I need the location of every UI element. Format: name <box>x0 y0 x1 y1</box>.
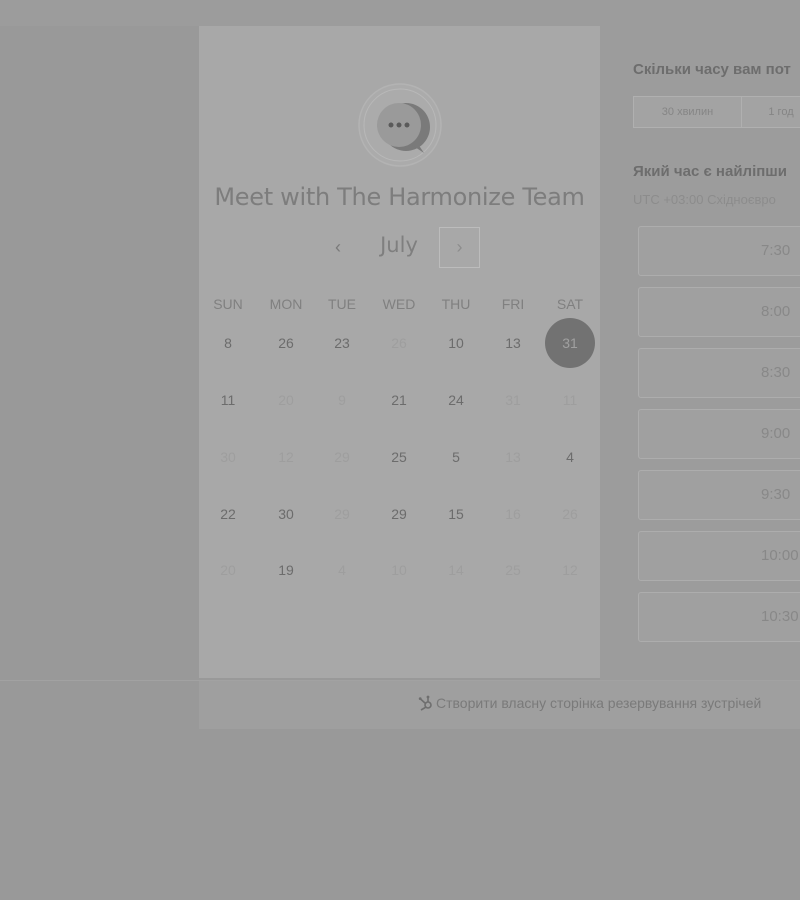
timezone-label[interactable]: UTC +03:00 Східноєвро <box>633 192 776 207</box>
create-booking-page-link[interactable]: Створити власну сторінка резервування зу… <box>418 695 761 711</box>
calendar-day-unavailable: 12 <box>278 449 294 465</box>
time-slot-button[interactable]: 8:00 <box>638 287 800 337</box>
month-navigation: ‹ July › <box>199 227 600 269</box>
calendar-day[interactable]: 26 <box>261 318 311 368</box>
calendar-day-unavailable: 12 <box>562 562 578 578</box>
weekday-label: WED <box>382 296 416 312</box>
time-slot-label: 8:30 <box>761 364 791 381</box>
calendar-grid: 8 26 23 26 10 13 31 11 20 9 21 24 31 11 30 12 29 25 5 13 4 22… <box>199 315 600 605</box>
calendar-day-unavailable: 26 <box>562 506 578 522</box>
weekday-label: FRI <box>501 296 525 312</box>
calendar-day-unavailable: 20 <box>278 392 294 408</box>
time-slot-label: 10:00 <box>761 547 799 564</box>
calendar-day[interactable]: 4 <box>545 432 595 482</box>
calendar-day-unavailable: 25 <box>505 562 521 578</box>
calendar-day[interactable]: 23 <box>317 318 367 368</box>
duration-1h-button[interactable]: 1 год <box>741 96 800 128</box>
time-slot-label: 10:30 <box>761 608 799 625</box>
time-slot-button[interactable]: 9:00 <box>638 409 800 459</box>
next-month-button[interactable]: › <box>439 227 480 268</box>
calendar-day-unavailable: 30 <box>220 449 236 465</box>
duration-30min-button[interactable]: 30 хвилин <box>633 96 742 128</box>
weekday-label: SUN <box>213 296 243 312</box>
time-slot-label: 8:00 <box>761 303 791 320</box>
calendar-day-unavailable: 31 <box>505 392 521 408</box>
calendar-day[interactable]: 15 <box>431 489 481 539</box>
weekday-label: MON <box>269 296 303 312</box>
time-slot-label: 9:00 <box>761 425 791 442</box>
prev-month-button[interactable]: ‹ <box>323 233 353 263</box>
calendar-day[interactable]: 5 <box>431 432 481 482</box>
calendar-day-unavailable: 16 <box>505 506 521 522</box>
booking-panel: Скільки часу вам пот 30 хвилин 1 год Яки… <box>600 26 800 680</box>
chat-avatar-icon <box>358 83 442 167</box>
time-slot-button[interactable]: 8:30 <box>638 348 800 398</box>
calendar-day[interactable]: 13 <box>488 318 538 368</box>
create-booking-page-label: Створити власну сторінка резервування зу… <box>436 695 762 711</box>
calendar-day[interactable]: 11 <box>203 375 253 425</box>
calendar-day[interactable]: 30 <box>261 489 311 539</box>
calendar-day[interactable]: 21 <box>374 375 424 425</box>
calendar-day[interactable]: 22 <box>203 489 253 539</box>
calendar-day-unavailable: 10 <box>391 562 407 578</box>
calendar-day-unavailable: 11 <box>562 392 578 408</box>
weekday-label: THU <box>441 296 471 312</box>
calendar-day-selected[interactable]: 31 <box>545 318 595 368</box>
time-slot-button[interactable]: 9:30 <box>638 470 800 520</box>
month-label: July <box>380 233 418 257</box>
time-slot-button[interactable]: 7:30 <box>638 226 800 276</box>
top-strip <box>0 0 800 26</box>
calendar-day-unavailable: 14 <box>448 562 464 578</box>
weekday-header: SUN MON TUE WED THU FRI SAT <box>199 296 600 316</box>
sprocket-icon <box>418 695 432 711</box>
calendar-day-unavailable: 29 <box>334 449 350 465</box>
calendar-day-unavailable: 26 <box>391 335 407 351</box>
calendar-day[interactable]: 8 <box>203 318 253 368</box>
time-slot-label: 9:30 <box>761 486 791 503</box>
calendar-day[interactable]: 25 <box>374 432 424 482</box>
time-slot-label: 7:30 <box>761 242 791 259</box>
time-question: Який час є найліпши <box>633 163 788 180</box>
time-slot-button[interactable]: 10:00 <box>638 531 800 581</box>
footer-bar: Створити власну сторінка резервування зу… <box>199 681 800 729</box>
weekday-label: TUE <box>328 296 356 312</box>
page-title: Meet with The Harmonize Team <box>214 183 585 211</box>
calendar-day[interactable]: 19 <box>261 545 311 595</box>
calendar-day[interactable]: 10 <box>431 318 481 368</box>
calendar-day-unavailable: 4 <box>338 562 346 578</box>
calendar-day[interactable]: 24 <box>431 375 481 425</box>
calendar-day-unavailable: 29 <box>334 506 350 522</box>
calendar-day[interactable]: 29 <box>374 489 424 539</box>
calendar-day-unavailable: 13 <box>505 449 521 465</box>
weekday-label: SAT <box>556 296 584 312</box>
time-slot-button[interactable]: 10:30 <box>638 592 800 642</box>
calendar-day-unavailable: 20 <box>220 562 236 578</box>
calendar-day-unavailable: 9 <box>338 392 346 408</box>
duration-question: Скільки часу вам пот <box>633 61 791 78</box>
